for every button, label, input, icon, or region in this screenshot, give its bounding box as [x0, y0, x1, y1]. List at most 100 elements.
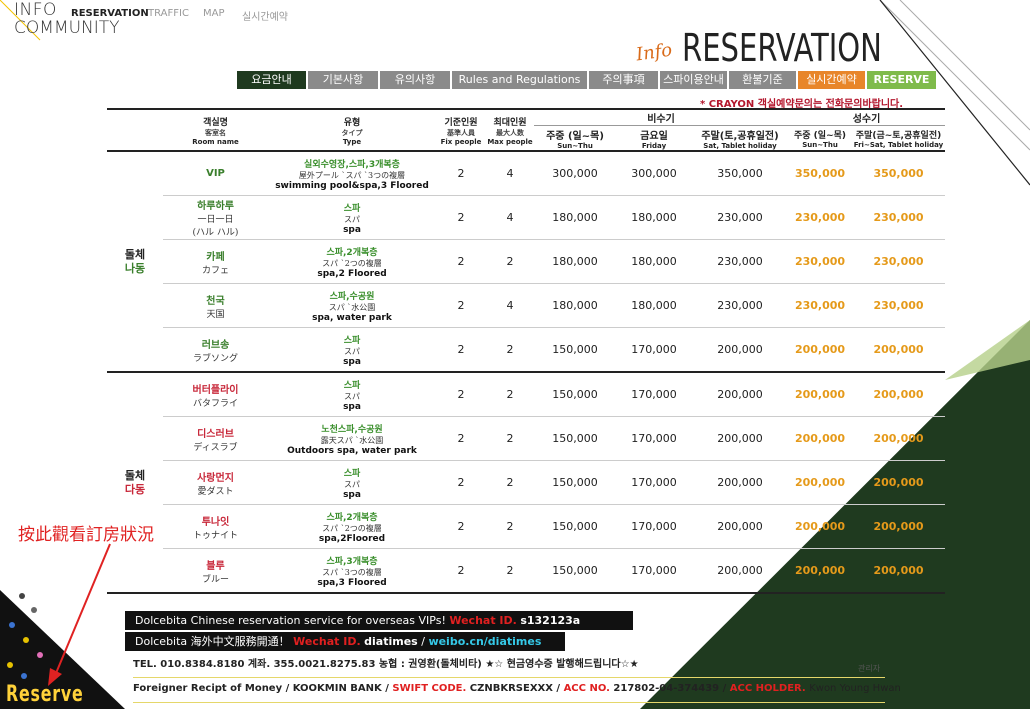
room-type-jp: スパ	[344, 214, 360, 224]
room-type-en: spa	[343, 401, 361, 412]
room-type-ko: 스파,수공원	[329, 291, 375, 302]
price-off-weekend: 230,000	[717, 255, 763, 268]
nav-reservation[interactable]: RESERVATION	[71, 8, 149, 19]
tab-basics[interactable]: 기본사항	[308, 71, 378, 89]
room-type-ko: 스파	[343, 380, 361, 391]
room-type-ko: 스파,3개복층	[326, 556, 378, 567]
header-room-jp: 客室名	[205, 128, 226, 137]
max-people: 2	[506, 432, 514, 445]
acc-label: ACC NO.	[563, 683, 610, 694]
price-peak-weekday: 200,000	[794, 343, 846, 356]
price-off-weekend: 230,000	[717, 299, 763, 312]
max-people: 2	[506, 255, 514, 268]
price-off-weekday: 180,000	[552, 255, 598, 268]
table-row: 디스러브 ディスラブ 노천스파,수공원 露天スパ `水公園 Outdoors s…	[107, 417, 945, 461]
fix-people: 2	[457, 255, 465, 268]
group-label-1: 돌체	[124, 247, 146, 261]
room-type-jp: スパ `2つの複層	[322, 523, 382, 533]
room-name[interactable]: 러브송	[163, 336, 268, 351]
max-people: 4	[506, 211, 514, 224]
room-name-cell: 사랑먼지 愛ダスト	[163, 461, 268, 505]
tab-refund[interactable]: 환불기준	[729, 71, 796, 89]
price-off-weekday: 150,000	[552, 564, 598, 577]
room-name[interactable]: 사랑먼지	[163, 469, 268, 484]
room-name-cell: 천국 天国	[163, 284, 268, 328]
divider	[133, 702, 885, 703]
room-name[interactable]: 천국	[163, 292, 268, 307]
banner-cn-sep: /	[421, 635, 425, 648]
tab-rules[interactable]: Rules and Regulations	[452, 71, 587, 89]
weibo-link[interactable]: weibo.cn/diatimes	[428, 635, 541, 648]
price-peak-weekend: 230,000	[873, 255, 924, 268]
room-type-jp: スパ `3つの複層	[322, 567, 382, 577]
tab-reserve[interactable]: RESERVE	[867, 71, 936, 89]
group-label-1: 돌체	[124, 468, 146, 482]
price-off-weekend: 200,000	[717, 520, 763, 533]
room-type-en: spa	[343, 489, 361, 500]
tab-notices[interactable]: 유의사항	[380, 71, 450, 89]
max-people: 4	[506, 167, 514, 180]
room-type-cell: 스파 スパ spa	[268, 196, 436, 240]
header-c5: 주말(금~토,공휴일전) Fri~Sat, Tablet holiday	[852, 126, 945, 152]
banner-cn-wechat-id[interactable]: diatimes	[364, 635, 418, 648]
room-type-jp: スパ	[344, 346, 360, 356]
group-label: 돌체 나동	[107, 151, 163, 372]
price-off-friday: 170,000	[631, 520, 677, 533]
max-people: 2	[506, 343, 514, 356]
swift-code: CZNBKRSEXXX /	[469, 683, 561, 694]
room-name[interactable]: 투나잇	[163, 513, 268, 528]
price-off-weekday: 150,000	[552, 520, 598, 533]
header-off-season: 비수기	[534, 109, 788, 126]
header-max-en: Max people	[487, 137, 533, 146]
room-name[interactable]: 버터플라이	[163, 381, 268, 396]
header-max: 최대인원 最大人数 Max people	[486, 109, 534, 151]
price-peak-weekend: 200,000	[873, 564, 924, 577]
max-people: 4	[506, 299, 514, 312]
table-row: 하루하루 一日一日 (ハル ハル) 스파 スパ spa 2 4 180,000 180,…	[107, 196, 945, 240]
header-c2-en: Friday	[641, 141, 667, 150]
room-name-cell: VIP	[163, 151, 268, 196]
header-c3-en: Sat, Tablet holiday	[703, 141, 777, 150]
tab-rates[interactable]: 요금안내	[237, 71, 306, 89]
room-type-cell: 스파 スパ spa	[268, 461, 436, 505]
room-name-cell: 하루하루 一日一日 (ハル ハル)	[163, 196, 268, 240]
header-c2: 금요일 Friday	[616, 126, 692, 152]
price-peak-weekday: 350,000	[794, 167, 846, 180]
room-name[interactable]: 디스러브	[163, 425, 268, 440]
room-name[interactable]: 블루	[163, 557, 268, 572]
tab-spa-guide[interactable]: 스파이용안내	[660, 71, 727, 89]
table-row: 러브송 ラブソング 스파 スパ spa 2 2 150,000 170,000 200,0…	[107, 328, 945, 372]
room-type-cell: 스파,3개복층 スパ `3つの複層 spa,3 Floored	[268, 549, 436, 594]
table-row: 사랑먼지 愛ダスト 스파 スパ spa 2 2 150,000 170,000 200,0…	[107, 461, 945, 505]
price-off-weekday: 150,000	[552, 476, 598, 489]
price-peak-weekend: 200,000	[873, 432, 924, 445]
price-off-weekend: 200,000	[717, 343, 763, 356]
logo-community[interactable]: COMMUNITY	[14, 18, 120, 38]
table-row: 블루 ブルー 스파,3개복층 スパ `3つの複層 spa,3 Floored 2 2…	[107, 549, 945, 594]
reserve-button[interactable]: Reserve	[6, 682, 84, 707]
tab-cautions[interactable]: 주의事項	[589, 71, 658, 89]
price-peak-weekday: 200,000	[794, 564, 846, 577]
wechat-banner-en: Dolcebita Chinese reservation service fo…	[125, 611, 633, 630]
wechat-banner-cn: Dolcebita 海外中文服務開通！ Wechat ID. diatimes …	[125, 632, 565, 651]
foreign-bank-info: Foreigner Recipt of Money / KOOKMIN BANK…	[133, 683, 901, 694]
room-name[interactable]: VIP	[163, 168, 268, 179]
header-peak-season: 성수기	[788, 109, 945, 126]
header-type-jp: タイプ	[341, 128, 363, 137]
price-peak-weekend: 230,000	[873, 211, 924, 224]
nav-map[interactable]: MAP	[203, 8, 225, 19]
banner-en-wechat-id[interactable]: s132123a	[520, 614, 580, 627]
header-c2-ko: 금요일	[640, 130, 668, 142]
nav-traffic[interactable]: TRAFFIC	[148, 8, 189, 19]
logo-info[interactable]: INFO	[14, 0, 57, 20]
header-c5-ko: 주말(금~토,공휴일전)	[855, 130, 942, 141]
price-off-friday: 300,000	[631, 167, 677, 180]
nav-realtime-reservation[interactable]: 실시간예약	[242, 8, 288, 23]
tab-realtime[interactable]: 실시간예약	[798, 71, 865, 89]
room-name[interactable]: 하루하루	[163, 197, 268, 212]
table-row: 천국 天国 스파,수공원 スパ `水公園 spa, water park 2 4 18…	[107, 284, 945, 328]
admin-link[interactable]: 관리자	[858, 663, 880, 674]
room-type-en: swimming pool&spa,3 Floored	[275, 180, 429, 191]
price-peak-weekend: 200,000	[873, 388, 924, 401]
room-name[interactable]: 카페	[163, 248, 268, 263]
